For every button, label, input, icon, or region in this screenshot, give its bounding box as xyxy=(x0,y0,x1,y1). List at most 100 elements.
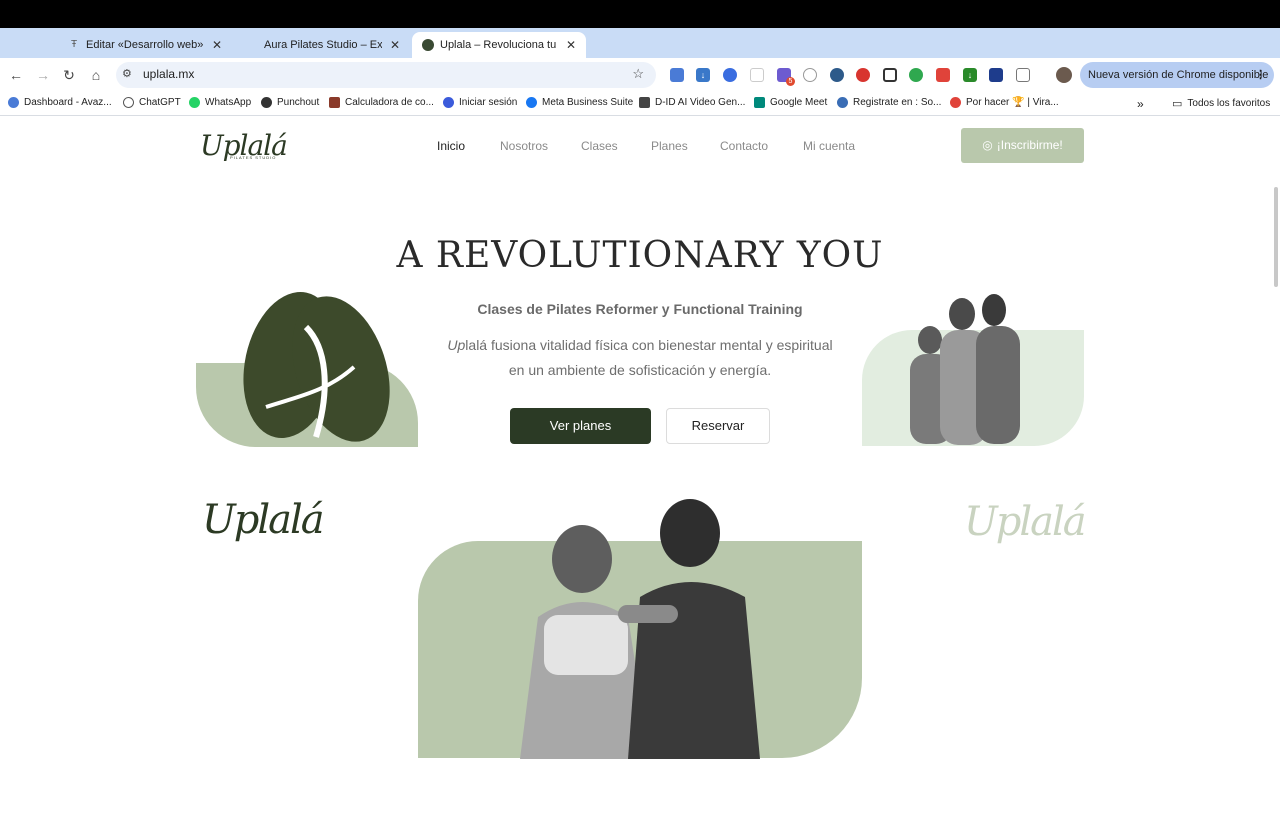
bookmark-favicon-icon xyxy=(8,97,19,108)
nav-inicio[interactable]: Inicio xyxy=(437,139,465,153)
chrome-update-button[interactable]: Nueva versión de Chrome disponible ⋮ xyxy=(1080,62,1274,88)
bookmark-star-icon[interactable]: ☆ xyxy=(632,66,644,82)
extension-icon[interactable] xyxy=(989,68,1003,82)
couple-photo xyxy=(520,499,760,759)
extension-icon[interactable] xyxy=(750,68,764,82)
more-icon[interactable]: ⋮ xyxy=(1255,62,1266,88)
bookmark-favicon-icon xyxy=(261,97,272,108)
update-label: Nueva versión de Chrome disponible xyxy=(1088,69,1269,81)
globe-icon xyxy=(246,39,258,51)
bookmark-label: Meta Business Suite xyxy=(542,97,634,108)
extension-icon[interactable] xyxy=(856,68,870,82)
bookmark-item[interactable]: ChatGPT xyxy=(123,97,181,108)
whatsapp-icon xyxy=(189,97,200,108)
bookmark-label: Dashboard - Avaz... xyxy=(24,97,112,108)
brand-italic: Up xyxy=(447,337,466,353)
cloud-icon[interactable] xyxy=(803,68,817,82)
home-icon[interactable]: ⌂ xyxy=(87,67,105,83)
puzzle-icon[interactable] xyxy=(1016,68,1030,82)
more-bookmarks-icon[interactable]: » xyxy=(1137,97,1144,111)
extension-badge: 5 xyxy=(786,77,795,86)
bookmark-item[interactable]: Meta Business Suite xyxy=(526,97,633,108)
bookmark-favicon-icon xyxy=(329,97,340,108)
bookmark-item[interactable]: WhatsApp xyxy=(189,97,251,108)
tab-title: Aura Pilates Studio – Excelen xyxy=(264,39,382,51)
bookmark-item[interactable]: Calculadora de co... xyxy=(329,97,434,108)
close-icon[interactable]: ✕ xyxy=(390,38,400,52)
tab-3-active[interactable]: Uplala – Revoluciona tu Fitne ✕ xyxy=(412,32,586,58)
bookmark-label: Google Meet xyxy=(770,97,828,108)
signup-button[interactable]: ◎ ¡Inscribirme! xyxy=(961,128,1084,163)
book-button[interactable]: Reservar xyxy=(666,408,770,444)
nav-clases[interactable]: Clases xyxy=(581,139,618,153)
extension-icon[interactable] xyxy=(723,68,737,82)
bookmark-favicon-icon xyxy=(443,97,454,108)
webpage: Uplalá PILATES STUDIO Inicio Nosotros Cl… xyxy=(0,117,1280,827)
browser-toolbar: ← → ↻ ⌂ ⚙ uplala.mx ☆ ↓ 5 ↓ Nueva versió… xyxy=(0,58,1280,92)
google-meet-icon xyxy=(754,97,765,108)
nav-planes[interactable]: Planes xyxy=(651,139,688,153)
bookmark-item[interactable]: Por hacer 🏆 | Vira... xyxy=(950,97,1059,108)
bookmark-label: ChatGPT xyxy=(139,97,181,108)
close-icon[interactable]: ✕ xyxy=(212,38,222,52)
bookmark-favicon-icon xyxy=(837,97,848,108)
bookmark-label: Por hacer 🏆 | Vira... xyxy=(966,97,1059,108)
brand-logo-dark: Uplalá xyxy=(202,497,325,543)
bookmark-label: Calculadora de co... xyxy=(345,97,434,108)
bookmark-favicon-icon xyxy=(639,97,650,108)
url-text[interactable]: uplala.mx xyxy=(143,67,194,81)
chatgpt-icon xyxy=(123,97,134,108)
bookmark-label: Punchout xyxy=(277,97,320,108)
reload-icon[interactable]: ↻ xyxy=(60,67,78,84)
avatar[interactable] xyxy=(1056,67,1072,83)
bookmark-item[interactable]: D-ID AI Video Gen... xyxy=(639,97,745,108)
close-icon[interactable]: ✕ xyxy=(566,38,576,52)
nav-mi-cuenta[interactable]: Mi cuenta xyxy=(803,139,855,153)
bookmark-label: WhatsApp xyxy=(205,97,252,108)
tab-title: Editar «Desarrollo web» con xyxy=(86,39,204,51)
hero-title: A REVOLUTIONARY YOU xyxy=(396,235,884,276)
site-info-icon[interactable]: ⚙ xyxy=(122,67,132,80)
hero-description: Uplalá fusiona vitalidad física con bien… xyxy=(440,333,840,383)
address-bar[interactable]: ⚙ uplala.mx ☆ xyxy=(116,62,656,88)
back-icon[interactable]: ← xyxy=(7,67,25,83)
nav-contacto[interactable]: Contacto xyxy=(720,139,768,153)
bookmarks-bar: Dashboard - Avaz... ChatGPT WhatsApp Pun… xyxy=(0,92,1280,116)
hero-subtitle: Clases de Pilates Reformer y Functional … xyxy=(477,301,803,317)
extension-icon[interactable] xyxy=(936,68,950,82)
bookmark-item[interactable]: Google Meet xyxy=(754,97,827,108)
bookmark-favicon-icon xyxy=(950,97,961,108)
extension-icon[interactable] xyxy=(830,68,844,82)
extension-icon[interactable] xyxy=(670,68,684,82)
wordpress-icon: Ŧ xyxy=(70,39,78,50)
bookmark-label: D-ID AI Video Gen... xyxy=(655,97,746,108)
bookmark-item[interactable]: Iniciar sesión xyxy=(443,97,517,108)
nav-nosotros[interactable]: Nosotros xyxy=(500,139,548,153)
bookmark-label: Todos los favoritos xyxy=(1187,98,1271,109)
picture-in-picture-icon[interactable] xyxy=(883,68,897,82)
uplala-favicon-icon xyxy=(422,39,434,51)
download-extension-icon[interactable]: ↓ xyxy=(696,68,710,82)
bookmark-label: Registrate en : So... xyxy=(853,97,942,108)
site-logo-subtitle: PILATES STUDIO xyxy=(230,155,277,160)
bookmark-item[interactable]: Punchout xyxy=(261,97,319,108)
os-menubar xyxy=(0,0,1280,28)
folder-icon: ▭ xyxy=(1172,98,1183,110)
tab-title: Uplala – Revoluciona tu Fitne xyxy=(440,39,558,51)
tab-2[interactable]: Aura Pilates Studio – Excelen ✕ xyxy=(236,32,410,58)
tab-strip: Ŧ Editar «Desarrollo web» con ✕ Aura Pil… xyxy=(0,28,1280,81)
all-bookmarks-folder[interactable]: ▭ Todos los favoritos xyxy=(1172,97,1270,110)
extension-icon[interactable] xyxy=(909,68,923,82)
view-plans-button[interactable]: Ver planes xyxy=(510,408,651,444)
brand-logo-light: Uplalá xyxy=(964,499,1087,545)
forward-icon[interactable]: → xyxy=(34,67,52,83)
bookmark-item[interactable]: Registrate en : So... xyxy=(837,97,941,108)
tab-1[interactable]: Ŧ Editar «Desarrollo web» con ✕ xyxy=(58,32,232,58)
extension-icon[interactable]: 5 xyxy=(777,68,795,86)
bookmark-label: Iniciar sesión xyxy=(459,97,518,108)
download-arrow-icon[interactable]: ↓ xyxy=(963,68,977,82)
meta-icon xyxy=(526,97,537,108)
bookmark-item[interactable]: Dashboard - Avaz... xyxy=(8,97,112,108)
three-women-photo xyxy=(910,294,1020,445)
description-text: lalá fusiona vitalidad física con bienes… xyxy=(465,337,833,378)
